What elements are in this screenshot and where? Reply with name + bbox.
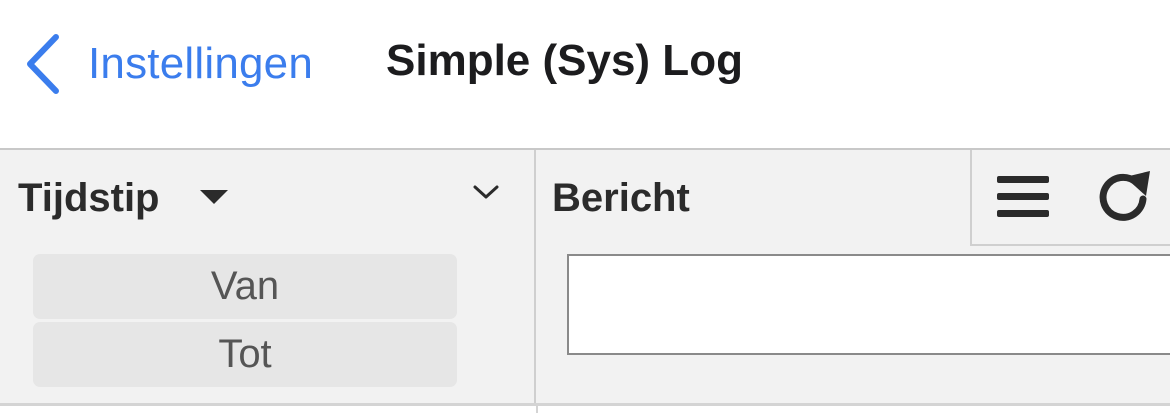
filter-to-button[interactable]: Tot bbox=[33, 322, 457, 387]
hamburger-menu-icon bbox=[996, 174, 1050, 225]
refresh-icon bbox=[1095, 169, 1155, 230]
sort-descending-icon[interactable] bbox=[200, 190, 228, 204]
chevron-down-icon bbox=[472, 183, 500, 206]
column-title-bericht[interactable]: Bericht bbox=[552, 176, 690, 221]
column-header-tijdstip: Tijdstip Van Tot bbox=[0, 150, 536, 403]
navigation-bar: Instellingen Simple (Sys) Log bbox=[0, 0, 1170, 148]
grid-toolbar bbox=[970, 150, 1170, 246]
back-button-label: Instellingen bbox=[88, 39, 313, 88]
grid-header: Tijdstip Van Tot Bericht bbox=[0, 148, 1170, 406]
column-divider bbox=[536, 406, 538, 413]
back-button[interactable]: Instellingen bbox=[22, 28, 313, 100]
column-title-tijdstip[interactable]: Tijdstip bbox=[18, 176, 159, 221]
page-title: Simple (Sys) Log bbox=[386, 36, 743, 85]
chevron-left-icon bbox=[22, 33, 62, 95]
message-filter-input[interactable] bbox=[567, 254, 1170, 355]
column-menu-button[interactable] bbox=[466, 174, 506, 214]
menu-button[interactable] bbox=[988, 164, 1058, 234]
refresh-button[interactable] bbox=[1090, 164, 1160, 234]
filter-from-button[interactable]: Van bbox=[33, 254, 457, 319]
